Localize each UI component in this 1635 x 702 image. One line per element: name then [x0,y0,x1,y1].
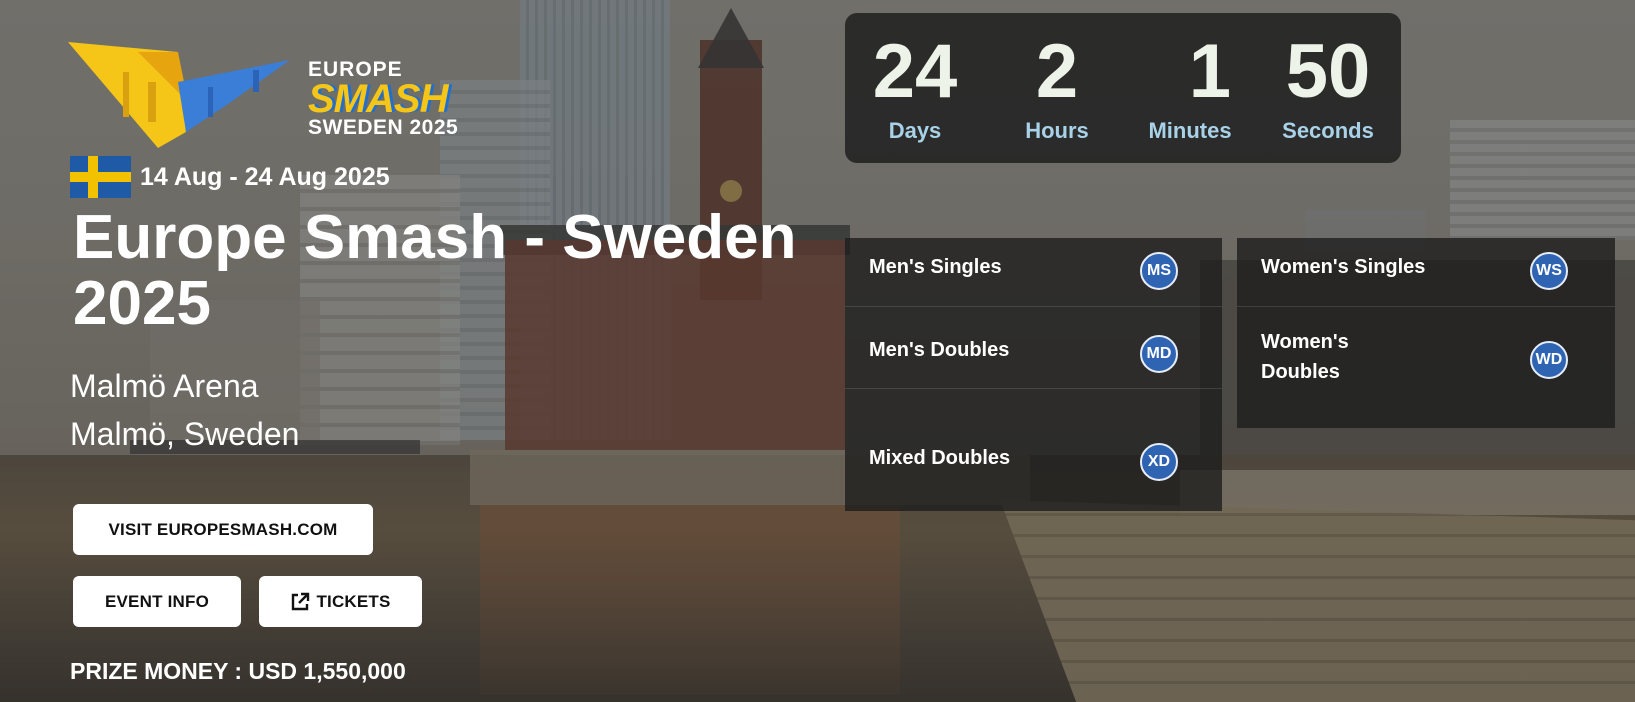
countdown-days-value: 24 [872,29,958,114]
countdown-seconds-label: Seconds [1282,118,1374,143]
event-row-womens-doubles[interactable]: Women's Doubles WD [1237,307,1615,428]
countdown-minutes: 1 Minutes [1135,27,1245,145]
event-badge: MS [1140,252,1178,290]
event-badge: WD [1530,341,1568,379]
event-label: Mixed Doubles [869,447,1011,469]
event-badge: MD [1140,335,1178,373]
visit-website-button[interactable]: VISIT EUROPESMASH.COM [73,504,373,555]
external-link-icon [292,592,310,610]
event-label: Men's Doubles [869,339,1010,361]
event-label: Women's Singles [1261,256,1426,278]
countdown-minutes-value: 1 [1188,29,1231,114]
countdown-seconds: 50 Seconds [1273,27,1383,145]
event-dates: 14 Aug - 24 Aug 2025 [70,156,390,198]
countdown-hours-value: 2 [1035,29,1079,114]
countdown-seconds-value: 50 [1285,29,1371,114]
event-label: Women's Doubles [1261,331,1349,383]
venue-city: Malmö, Sweden [70,416,300,452]
countdown-timer: 24 Days 2 Hours 1 Minutes 50 Seconds [845,13,1401,163]
logo-mark-icon [68,42,290,148]
events-panel-left: Men's Singles MS Men's Doubles MD Mixed … [845,238,1222,511]
event-date-range: 14 Aug - 24 Aug 2025 [140,162,390,191]
countdown-minutes-label: Minutes [1148,118,1232,143]
countdown-days: 24 Days [865,27,965,145]
tickets-button[interactable]: TICKETS [259,576,422,627]
venue-name: Malmö Arena [70,368,259,404]
prize-money: PRIZE MONEY : USD 1,550,000 [70,658,406,684]
venue-block: Malmö Arena Malmö, Sweden [70,362,299,458]
logo-text-smash: SMASH [308,77,448,121]
page-title: Europe Smash - Sweden 2025 [73,203,797,338]
event-badge: XD [1140,443,1178,481]
event-row-mens-singles[interactable]: Men's Singles MS [845,238,1222,307]
event-info-label: EVENT INFO [104,591,209,611]
event-row-mens-doubles[interactable]: Men's Doubles MD [845,307,1222,389]
logo-text-year: SWEDEN 2025 [308,116,459,139]
visit-website-label: VISIT EUROPESMASH.COM [108,519,338,539]
event-label: Men's Singles [869,256,1002,278]
sweden-flag-icon [70,156,131,198]
europe-smash-logo: EUROPE SMASH SWEDEN 2025 [68,42,498,148]
countdown-days-label: Days [888,118,942,143]
countdown-hours-label: Hours [1025,118,1089,143]
events-panel-right: Women's Singles WS Women's Doubles WD [1237,238,1615,428]
event-badge: WS [1530,252,1568,290]
event-row-womens-singles[interactable]: Women's Singles WS [1237,238,1615,307]
countdown-hours: 2 Hours [1007,27,1107,145]
tickets-label: TICKETS [316,591,391,611]
event-info-button[interactable]: EVENT INFO [73,576,241,627]
event-row-mixed-doubles[interactable]: Mixed Doubles XD [845,389,1222,511]
